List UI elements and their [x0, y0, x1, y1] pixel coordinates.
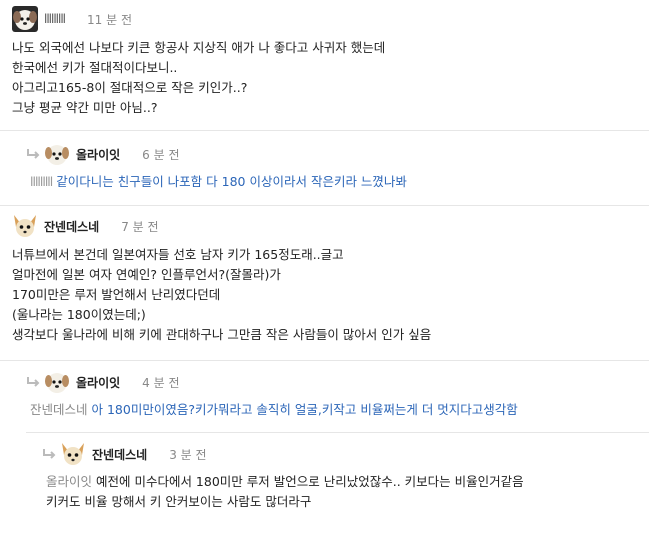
comment-line: 키커도 비율 망해서 키 안커보이는 사람도 많더라구: [46, 494, 312, 509]
comment-line: 한국에선 키가 절대적이다보니..: [12, 60, 178, 75]
comment-line: 나도 외국에선 나보다 키큰 항공사 지상직 애가 나 좋다고 사귀자 했는데: [12, 40, 386, 55]
reply-arrow-icon: [43, 449, 56, 459]
comment-time: 3 분 전: [169, 447, 207, 462]
comment-time: 4 분 전: [142, 375, 180, 390]
mention[interactable]: lllllllll: [30, 174, 53, 189]
comment-body: 잔넨데스네 아 180미만이였음?키가뭐라고 솔직히 얼굴,키작고 비율쩌는게 …: [30, 400, 518, 420]
comment-body: lllllllll 같이다니는 친구들이 나포함 다 180 이상이라서 작은키…: [30, 172, 407, 192]
comment-line: (울나라는 180이였는데;): [12, 307, 146, 322]
reply-text: 아 180미만이였음?키가뭐라고 솔직히 얼굴,키작고 비율쩌는게 더 멋지다고…: [87, 402, 518, 417]
divider: [0, 130, 649, 131]
comment-line: 그냥 평균 약간 미만 아님..?: [12, 100, 158, 115]
comment-header: 잔넨데스네 7 분 전: [12, 212, 159, 240]
comment-time: 7 분 전: [121, 219, 159, 234]
dog-avatar-icon[interactable]: [44, 141, 70, 167]
comment-line: 얼마전에 일본 여자 연예인? 인플루언서?(잘몰라)가: [12, 267, 281, 282]
author-nickname[interactable]: lllllllll: [44, 12, 66, 26]
author-nickname[interactable]: 올라이잇: [76, 374, 120, 391]
reply-text-line: 예전에 미수다에서 180미만 루저 발언으로 난리났었잖수.. 키보다는 비율…: [92, 474, 524, 489]
fox-avatar-icon[interactable]: [12, 213, 38, 239]
dog-avatar-icon[interactable]: [44, 369, 70, 395]
comment-line: 올라이잇 예전에 미수다에서 180미만 루저 발언으로 난리났었잖수.. 키보…: [46, 472, 524, 492]
comment-line: 생각보다 울나라에 비해 키에 관대하구나 그만큼 작은 사람들이 많아서 인가…: [12, 327, 432, 342]
dog-avatar-icon[interactable]: [12, 6, 38, 32]
comment-time: 6 분 전: [142, 147, 180, 162]
divider: [26, 432, 649, 433]
reply-text: 같이다니는 친구들이 나포함 다 180 이상이라서 작은키라 느꼈나봐: [52, 174, 407, 189]
comment-header: 올라이잇 6 분 전: [26, 140, 180, 168]
mention[interactable]: 잔넨데스네: [30, 402, 88, 417]
comment-line: 너튜브에서 본건데 일본여자들 선호 남자 키가 165정도래..글고: [12, 247, 344, 262]
comment-line: 170미만은 루저 발언해서 난리였다던데: [12, 287, 221, 302]
comment-body: 너튜브에서 본건데 일본여자들 선호 남자 키가 165정도래..글고 얼마전에…: [12, 245, 431, 345]
comment-time: 11 분 전: [87, 12, 132, 27]
author-nickname[interactable]: 잔넨데스네: [92, 446, 147, 463]
comment-header: 올라이잇 4 분 전: [26, 368, 180, 396]
comment-header: lllllllll 11 분 전: [12, 5, 132, 33]
divider: [0, 360, 649, 361]
fox-avatar-icon[interactable]: [60, 441, 86, 467]
author-nickname[interactable]: 잔넨데스네: [44, 218, 99, 235]
mention[interactable]: 올라이잇: [46, 474, 92, 489]
divider: [0, 205, 649, 206]
reply-arrow-icon: [27, 377, 40, 387]
reply-arrow-icon: [27, 149, 40, 159]
comment-header: 잔넨데스네 3 분 전: [42, 440, 207, 468]
comment-body: 올라이잇 예전에 미수다에서 180미만 루저 발언으로 난리났었잖수.. 키보…: [46, 472, 524, 512]
comment-line: 아그리고165-8이 절대적으로 작은 키인가..?: [12, 80, 248, 95]
author-nickname[interactable]: 올라이잇: [76, 146, 120, 163]
comment-body: 나도 외국에선 나보다 키큰 항공사 지상직 애가 나 좋다고 사귀자 했는데 …: [12, 38, 385, 118]
